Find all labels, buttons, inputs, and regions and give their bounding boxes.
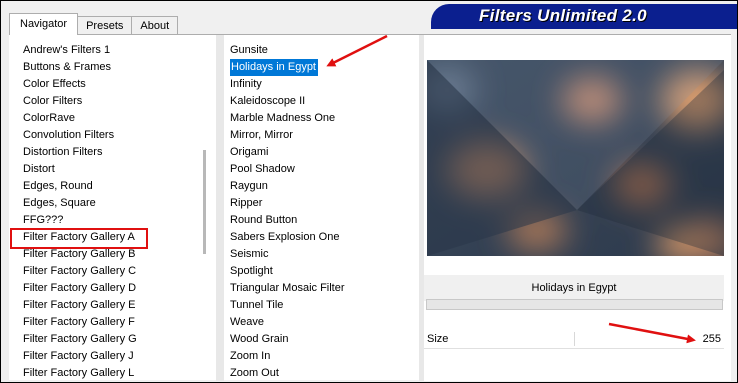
filter-item[interactable]: Sabers Explosion One — [224, 229, 419, 246]
category-item[interactable]: Filter Factory Gallery E — [9, 297, 216, 314]
filter-list: Gunsite Holidays in Egypt Infinity Kaleidos… — [224, 35, 419, 381]
category-list: Andrew's Filters 1 Buttons & Frames Color … — [9, 35, 216, 381]
preview-area: Holidays in Egypt Size 255 — [424, 35, 731, 381]
filter-item[interactable]: Pool Shadow — [224, 161, 419, 178]
filter-item[interactable]: Wood Grain — [224, 331, 419, 348]
category-item[interactable]: ColorRave — [9, 110, 216, 127]
filter-item[interactable]: Gunsite — [224, 42, 419, 59]
filter-item[interactable]: Raygun — [224, 178, 419, 195]
filter-item[interactable]: Kaleidoscope II — [224, 93, 419, 110]
category-item[interactable]: FFG??? — [9, 212, 216, 229]
banner-title: Filters Unlimited 2.0 — [479, 6, 647, 25]
category-item[interactable]: Filter Factory Gallery G — [9, 331, 216, 348]
filter-item-selected[interactable]: Holidays in Egypt — [230, 59, 318, 76]
filter-item[interactable]: Origami — [224, 144, 419, 161]
filter-item[interactable]: Triangular Mosaic Filter — [224, 280, 419, 297]
category-item[interactable]: Buttons & Frames — [9, 59, 216, 76]
list-divider — [216, 35, 224, 381]
category-scroll-thumb[interactable] — [203, 150, 206, 254]
progress-bar — [426, 299, 723, 310]
filter-item[interactable]: Infinity — [224, 76, 419, 93]
category-item[interactable]: Filter Factory Gallery F — [9, 314, 216, 331]
category-item[interactable]: Convolution Filters — [9, 127, 216, 144]
filter-item[interactable]: Marble Madness One — [224, 110, 419, 127]
filter-preview-image — [427, 60, 724, 256]
filter-item[interactable]: Zoom In — [224, 348, 419, 365]
category-item[interactable]: Edges, Square — [9, 195, 216, 212]
slider-baseline — [424, 348, 724, 349]
size-slider[interactable]: Size 255 — [424, 330, 724, 349]
size-value: 255 — [702, 333, 721, 345]
category-item[interactable]: Distort — [9, 161, 216, 178]
category-item[interactable]: Distortion Filters — [9, 144, 216, 161]
category-item[interactable]: Filter Factory Gallery D — [9, 280, 216, 297]
filter-item[interactable]: Tunnel Tile — [224, 297, 419, 314]
filter-item[interactable]: Round Button — [224, 212, 419, 229]
tab-navigator[interactable]: Navigator — [9, 13, 79, 35]
category-highlight-box — [10, 228, 148, 249]
category-item[interactable]: Andrew's Filters 1 — [9, 42, 216, 59]
filter-item[interactable]: Ripper — [224, 195, 419, 212]
filter-item[interactable]: Mirror, Mirror — [224, 127, 419, 144]
tab-bar: Navigator Presets About — [9, 13, 179, 35]
filter-item[interactable]: Zoom Out — [224, 365, 419, 382]
tab-presets[interactable]: Presets — [77, 16, 133, 35]
category-item[interactable]: Filter Factory Gallery C — [9, 263, 216, 280]
tab-about[interactable]: About — [131, 16, 179, 35]
category-item[interactable]: Color Filters — [9, 93, 216, 110]
filter-item[interactable]: Spotlight — [224, 263, 419, 280]
slider-tick — [574, 332, 575, 346]
size-label: Size — [427, 333, 449, 345]
navigator-panel: Andrew's Filters 1 Buttons & Frames Color … — [9, 34, 731, 381]
category-item[interactable]: Filter Factory Gallery L — [9, 365, 216, 382]
filter-item[interactable]: Seismic — [224, 246, 419, 263]
category-item[interactable]: Color Effects — [9, 76, 216, 93]
category-item[interactable]: Filter Factory Gallery J — [9, 348, 216, 365]
filters-unlimited-window: Navigator Presets About Filters Unlimite… — [0, 0, 738, 383]
preview-filter-name: Holidays in Egypt — [424, 275, 724, 301]
filter-item[interactable]: Weave — [224, 314, 419, 331]
title-banner: Filters Unlimited 2.0 — [431, 4, 737, 29]
category-item[interactable]: Edges, Round — [9, 178, 216, 195]
